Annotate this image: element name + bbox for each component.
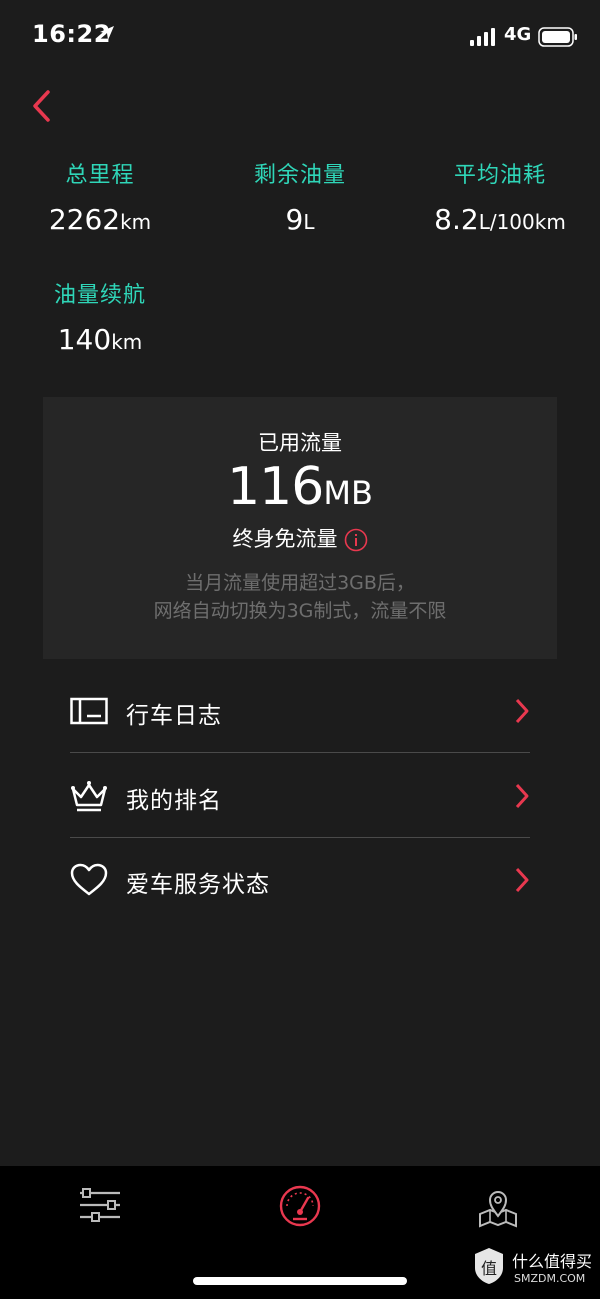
stat-label: 剩余油量 — [253, 163, 346, 188]
divider — [70, 752, 530, 753]
stat-value: 140km — [10, 323, 190, 356]
speedometer-icon[interactable] — [270, 1176, 330, 1236]
data-usage-amount: 116MB — [43, 457, 557, 517]
stat-fuel-range: 油量续航 140km — [10, 283, 190, 356]
stat-number: 9 — [285, 203, 304, 236]
stat-unit: L/100km — [478, 210, 566, 234]
watermark-text: 什么值得买 — [512, 1252, 593, 1271]
stat-unit: km — [111, 330, 143, 354]
stat-remaining-fuel: 剩余油量 9L — [210, 163, 390, 236]
back-chevron-icon[interactable] — [26, 86, 60, 126]
signal-icon — [470, 28, 495, 46]
menu-label: 行车日志 — [126, 703, 222, 729]
home-indicator — [193, 1277, 407, 1285]
stat-value: 9L — [210, 203, 390, 236]
screen: 16:22 4G 总里程 2262km 剩余油量 9L 平均油耗 8.2L/10… — [0, 0, 600, 1299]
status-bar: 16:22 4G — [0, 0, 600, 74]
menu-label: 我的排名 — [126, 788, 222, 814]
network-type: 4G — [504, 24, 532, 45]
menu-item-driving-log[interactable]: 行车日志 — [70, 670, 530, 754]
stat-label: 平均油耗 — [453, 163, 546, 188]
stat-unit: km — [120, 210, 152, 234]
menu-item-my-ranking[interactable]: 我的排名 — [70, 755, 530, 839]
stat-number: 140 — [57, 323, 112, 356]
crown-icon — [71, 781, 107, 812]
stat-number: 2262 — [48, 203, 121, 236]
note-line: 当月流量使用超过3GB后， — [185, 572, 415, 594]
data-usage-unit: MB — [323, 474, 373, 512]
stat-label: 油量续航 — [53, 283, 146, 308]
chevron-right-icon — [515, 698, 529, 724]
stat-value: 2262km — [10, 203, 190, 236]
data-plan-label: 终身免流量 — [232, 527, 338, 551]
data-usage-card: 已用流量 116MB 终身免流量 当月流量使用超过3GB后， 网络自动切换为3G… — [43, 397, 557, 659]
menu-label: 爱车服务状态 — [126, 872, 270, 898]
data-usage-number: 116 — [227, 457, 324, 517]
note-line: 网络自动切换为3G制式，流量不限 — [153, 600, 447, 622]
divider — [70, 837, 530, 838]
svg-text:值: 值 — [481, 1259, 497, 1278]
stat-label: 总里程 — [65, 163, 135, 188]
data-usage-note: 当月流量使用超过3GB后， 网络自动切换为3G制式，流量不限 — [43, 569, 557, 625]
data-plan: 终身免流量 — [43, 523, 557, 553]
data-usage-title: 已用流量 — [258, 431, 342, 455]
location-arrow-icon — [100, 26, 114, 40]
stat-total-mileage: 总里程 2262km — [10, 163, 190, 236]
map-location-icon[interactable] — [468, 1178, 528, 1238]
watermark-badge-icon: 值 — [475, 1248, 503, 1284]
settings-sliders-icon[interactable] — [70, 1176, 130, 1236]
heart-icon — [70, 863, 108, 896]
log-icon — [70, 697, 108, 725]
chevron-right-icon — [515, 783, 529, 809]
chevron-right-icon — [515, 867, 529, 893]
stat-avg-consumption: 平均油耗 8.2L/100km — [410, 163, 590, 236]
stat-number: 8.2 — [434, 203, 479, 236]
info-icon[interactable] — [344, 528, 368, 552]
battery-icon — [538, 27, 577, 47]
menu-item-car-service-status[interactable]: 爱车服务状态 — [70, 839, 530, 923]
watermark-domain: SMZDM.COM — [514, 1272, 586, 1285]
stat-unit: L — [303, 210, 315, 234]
stat-value: 8.2L/100km — [410, 203, 590, 236]
watermark: 值 什么值得买 SMZDM.COM — [472, 1246, 596, 1292]
